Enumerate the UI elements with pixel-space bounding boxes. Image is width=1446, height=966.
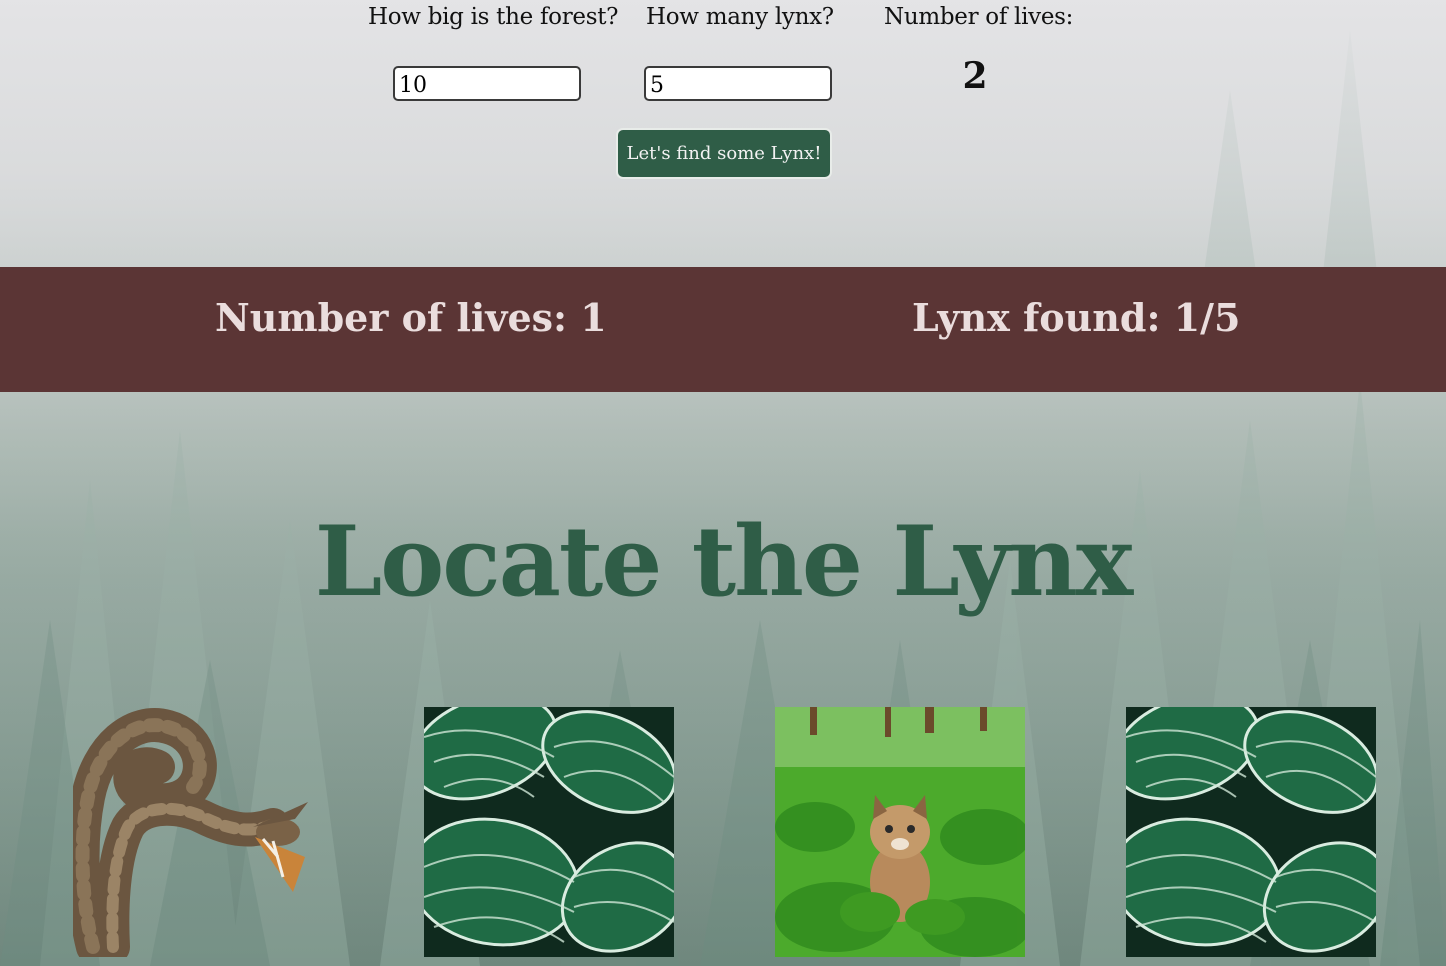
leaves-image (424, 707, 674, 957)
status-bar: Number of lives: 1 Lynx found: 1/5 (0, 267, 1446, 392)
lynx-count-input[interactable] (644, 66, 832, 101)
start-game-button[interactable]: Let's find some Lynx! (616, 128, 832, 179)
game-setup-panel: How big is the forest? How many lynx? Nu… (0, 0, 1446, 242)
forest-tile-snake[interactable] (73, 707, 323, 957)
forest-tile-leaves[interactable] (1126, 707, 1376, 957)
lynx-count-label: How many lynx? (646, 4, 834, 30)
forest-tile-lynx[interactable] (775, 707, 1025, 957)
lives-setting-value: 2 (962, 55, 988, 97)
lynx-image (775, 707, 1025, 957)
forest-size-input[interactable] (393, 66, 581, 101)
forest-size-label: How big is the forest? (368, 4, 619, 30)
lives-label: Number of lives: (884, 4, 1074, 30)
leaves-image (1126, 707, 1376, 957)
snake-image (73, 708, 308, 957)
remaining-lives-counter: Number of lives: 1 (215, 295, 607, 340)
forest-tile-leaves[interactable] (424, 707, 674, 957)
page-title: Locate the Lynx (314, 505, 1134, 618)
lynx-found-counter: Lynx found: 1/5 (912, 295, 1241, 340)
